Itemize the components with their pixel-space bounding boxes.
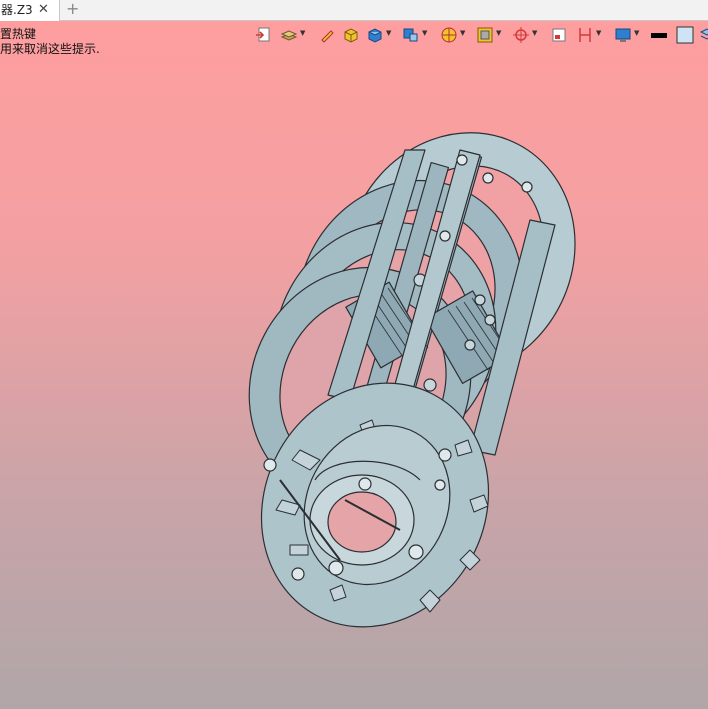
cad-model[interactable]	[0, 0, 708, 709]
chevron-down-icon[interactable]: ▼	[634, 29, 639, 37]
chevron-down-icon[interactable]: ▼	[386, 29, 391, 37]
import-icon[interactable]	[254, 26, 272, 44]
document-tab[interactable]: 器.Z3 ✕	[0, 0, 60, 21]
tab-title: 器.Z3	[1, 3, 33, 17]
background-swatch[interactable]	[676, 26, 694, 44]
3d-viewport[interactable]: 器.Z3 ✕ + 置热键 用来取消这些提示. ▼ ▼ ▼ ▼ ▼ ▼ ▼ ▼	[0, 0, 708, 709]
section-icon[interactable]	[476, 26, 494, 44]
new-tab-icon[interactable]: +	[66, 0, 79, 18]
chevron-down-icon[interactable]: ▼	[532, 29, 537, 37]
chevron-down-icon[interactable]: ▼	[300, 29, 305, 37]
extra-icon[interactable]	[700, 26, 708, 44]
solid-box-icon[interactable]	[366, 26, 384, 44]
chevron-down-icon[interactable]: ▼	[496, 29, 501, 37]
snap-icon[interactable]	[512, 26, 530, 44]
chevron-down-icon[interactable]: ▼	[596, 29, 601, 37]
hint-line-1: 置热键	[0, 27, 37, 41]
layers-icon[interactable]	[280, 26, 298, 44]
frame-icon[interactable]	[550, 26, 568, 44]
box-face-icon[interactable]	[342, 26, 360, 44]
chevron-down-icon[interactable]: ▼	[422, 29, 427, 37]
chevron-down-icon[interactable]: ▼	[460, 29, 465, 37]
document-tab-bar: 器.Z3 ✕ +	[0, 0, 708, 21]
pencil-icon[interactable]	[318, 26, 336, 44]
render-mode-icon[interactable]	[440, 26, 458, 44]
line-color-swatch[interactable]	[650, 26, 668, 44]
view-orient-icon[interactable]	[402, 26, 420, 44]
display-icon[interactable]	[614, 26, 632, 44]
hint-line-2: 用来取消这些提示.	[0, 42, 100, 56]
close-tab-icon[interactable]: ✕	[38, 0, 49, 20]
measure-icon[interactable]	[576, 26, 594, 44]
hint-text: 置热键 用来取消这些提示.	[0, 27, 100, 57]
